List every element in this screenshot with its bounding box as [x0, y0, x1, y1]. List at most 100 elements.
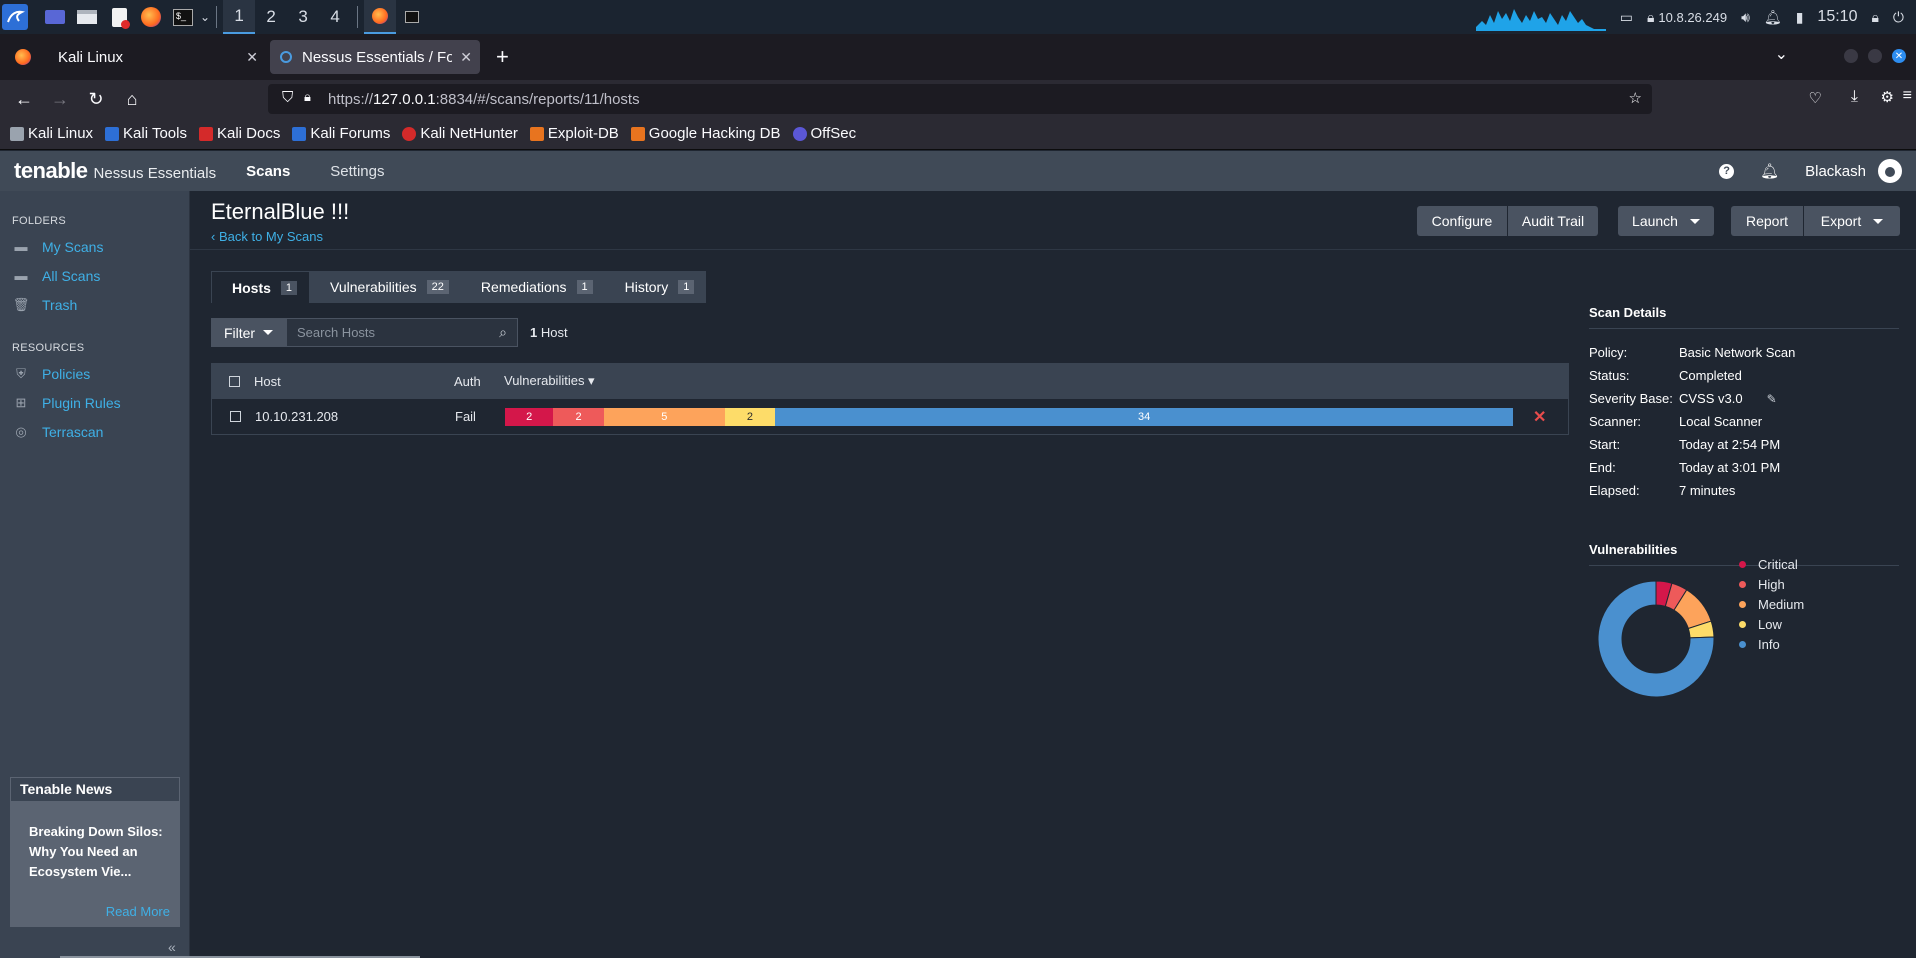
configure-button[interactable]: Configure — [1417, 206, 1507, 236]
vulnerabilities-donut-chart — [1597, 580, 1715, 698]
sidebar-item-plugin-rules[interactable]: ⊞ Plugin Rules — [14, 393, 189, 412]
workspace-4[interactable]: 4 — [319, 0, 351, 34]
bookmark-kali-forums[interactable]: Kali Forums — [292, 125, 390, 142]
minimize-icon[interactable] — [1844, 49, 1858, 63]
nav-settings[interactable]: Settings — [330, 163, 384, 180]
collapse-sidebar-icon[interactable]: « — [168, 939, 176, 955]
workspace-3[interactable]: 3 — [287, 0, 319, 34]
low-segment[interactable]: 2 — [724, 407, 776, 426]
back-link[interactable]: ‹ Back to My Scans — [211, 229, 323, 244]
window-firefox[interactable] — [364, 0, 397, 34]
bookmark-kali-nethunter[interactable]: Kali NetHunter — [402, 125, 518, 142]
tab-list-icon[interactable]: ⌄ — [1775, 44, 1788, 64]
tab-remediations[interactable]: Remediations 1 — [460, 271, 605, 303]
bookmark-kali-linux[interactable]: Kali Linux — [10, 125, 93, 142]
sidebar-item-all-scans[interactable]: ▬ All Scans — [14, 266, 189, 285]
tab-vulnerabilities[interactable]: Vulnerabilities 22 — [310, 271, 461, 303]
text-editor-icon[interactable] — [106, 4, 132, 30]
critical-segment[interactable]: 2 — [505, 407, 554, 426]
close-icon[interactable]: ✕ — [460, 49, 472, 66]
url-field[interactable]: ⛉ 🔒︎ https://127.0.0.1:8834/#/scans/repo… — [268, 84, 1652, 114]
bookmark-google-hacking-db[interactable]: Google Hacking DB — [630, 125, 781, 142]
notification-bell-icon[interactable]: 🔔︎ — [1760, 162, 1779, 180]
column-auth[interactable]: Auth — [454, 374, 504, 389]
bookmark-kali-docs[interactable]: Kali Docs — [198, 125, 280, 142]
news-headline[interactable]: Breaking Down Silos: Why You Need an Eco… — [10, 802, 180, 882]
search-hosts-input[interactable]: Search Hosts ⌕ — [286, 318, 518, 347]
main-content: EternalBlue !!! ‹ Back to My Scans Confi… — [190, 191, 1916, 958]
bookmark-exploit-db[interactable]: Exploit-DB — [529, 125, 619, 142]
tab-hosts[interactable]: Hosts 1 — [211, 271, 311, 303]
filter-button[interactable]: Filter — [211, 318, 286, 347]
lock-screen-icon[interactable]: 🔒︎ — [1871, 9, 1878, 26]
back-icon[interactable]: ← — [6, 84, 42, 114]
sidebar-item-policies[interactable]: ⛨ Policies — [14, 364, 189, 383]
chevron-down-icon[interactable]: ⌄ — [200, 10, 210, 24]
forward-icon[interactable]: → — [42, 84, 78, 114]
bell-icon[interactable]: 🔔︎ — [1764, 9, 1782, 26]
monitor-icon[interactable]: ▭ — [1620, 9, 1633, 26]
column-vulnerabilities[interactable]: Vulnerabilities ▾ — [504, 373, 595, 389]
pocket-icon[interactable]: ♡ — [1809, 89, 1822, 107]
sidebar-item-my-scans[interactable]: ▬ My Scans — [14, 237, 189, 256]
row-checkbox[interactable] — [230, 411, 241, 422]
menu-icon[interactable]: ≡ — [1903, 87, 1912, 105]
extensions-icon[interactable]: ⚙ — [1881, 88, 1894, 106]
report-button[interactable]: Report — [1731, 206, 1803, 236]
power-icon[interactable]: ⏻ — [1893, 9, 1904, 26]
select-all-checkbox[interactable] — [229, 375, 240, 387]
medium-segment[interactable]: 5 — [603, 407, 725, 426]
sidebar-item-trash[interactable]: 🗑︎ Trash — [12, 295, 189, 314]
read-more-link[interactable]: Read More — [106, 904, 170, 919]
lock-icon[interactable]: 🔒︎ — [304, 89, 311, 105]
workspace-2[interactable]: 2 — [255, 0, 287, 34]
close-window-icon[interactable]: ✕ — [1892, 49, 1906, 63]
export-button[interactable]: Export — [1804, 206, 1900, 236]
host-count: 1 Host — [530, 325, 568, 340]
firefox-icon[interactable] — [138, 4, 164, 30]
vulnerability-bar[interactable]: 2 2 5 2 34 — [505, 407, 1514, 426]
volume-icon[interactable]: 🔊︎ — [1741, 9, 1750, 26]
shield-icon[interactable]: ⛉ — [282, 89, 293, 106]
launch-button[interactable]: Launch — [1618, 206, 1714, 236]
window-terminal[interactable] — [396, 0, 428, 34]
reload-icon[interactable]: ↻ — [78, 84, 114, 114]
info-segment[interactable]: 34 — [775, 407, 1514, 426]
workspace-1[interactable]: 1 — [223, 0, 256, 34]
bookmark-kali-tools[interactable]: Kali Tools — [105, 125, 187, 142]
close-icon[interactable]: ✕ — [246, 49, 258, 66]
legend-label: Low — [1758, 616, 1782, 632]
firefox-view-icon[interactable] — [8, 49, 38, 65]
column-host[interactable]: Host — [254, 374, 454, 389]
download-icon[interactable]: ⤓ — [1851, 88, 1858, 106]
tab-history[interactable]: History 1 — [604, 271, 707, 303]
new-tab-icon[interactable]: + — [496, 44, 509, 70]
home-icon[interactable]: ⌂ — [114, 84, 150, 114]
remove-host-icon[interactable]: ✕ — [1533, 407, 1546, 427]
tab-kali-linux[interactable]: Kali Linux ✕ — [42, 40, 266, 74]
scan-details-panel: Scan Details Policy: Basic Network Scan S… — [1589, 305, 1899, 709]
table-row[interactable]: 10.10.231.208 Fail 2 2 5 2 34 ✕ — [211, 399, 1569, 435]
file-manager-icon[interactable] — [74, 4, 100, 30]
kali-forums-icon — [292, 126, 307, 141]
user-name[interactable]: Blackash — [1805, 163, 1866, 180]
desktop-icon[interactable] — [42, 4, 68, 30]
bookmark-label: OffSec — [810, 125, 857, 142]
audit-trail-button[interactable]: Audit Trail — [1508, 206, 1598, 236]
bookmark-star-icon[interactable]: ☆ — [1629, 89, 1642, 107]
terminal-icon[interactable]: $_ — [170, 4, 196, 30]
kali-menu-icon[interactable] — [2, 4, 28, 30]
sidebar-item-terrascan[interactable]: ◎ Terrascan — [14, 422, 189, 441]
tenable-logo[interactable]: tenable Nessus Essentials — [14, 158, 216, 184]
search-icon[interactable]: ⌕ — [499, 324, 507, 341]
host-ip[interactable]: 10.10.231.208 — [255, 409, 455, 424]
maximize-icon[interactable] — [1868, 49, 1882, 63]
high-segment[interactable]: 2 — [553, 407, 604, 426]
user-avatar-icon[interactable] — [1878, 159, 1902, 183]
tab-nessus[interactable]: Nessus Essentials / Folde ✕ — [270, 40, 480, 74]
help-icon[interactable]: ? — [1719, 163, 1735, 179]
edit-pencil-icon[interactable]: ✎ — [1767, 392, 1777, 406]
bookmark-offsec[interactable]: OffSec — [792, 125, 857, 142]
trash-icon: 🗑︎ — [12, 296, 30, 312]
nav-scans[interactable]: Scans — [246, 163, 290, 180]
